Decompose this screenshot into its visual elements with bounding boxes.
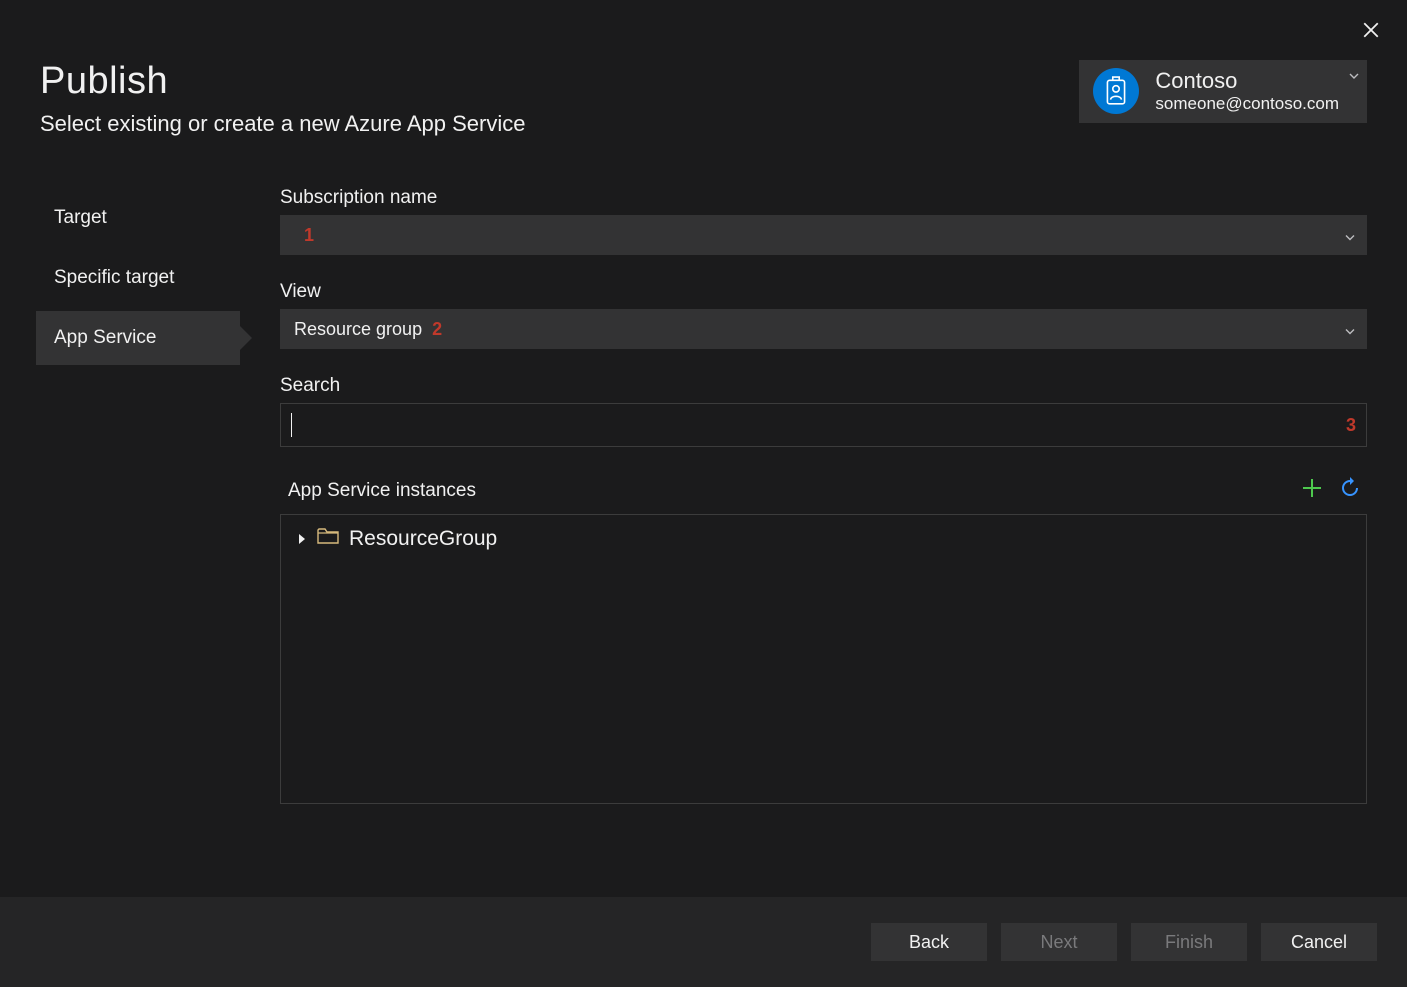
chevron-down-icon [1349,66,1359,84]
text-cursor [291,413,292,437]
dialog-footer: Back Next Finish Cancel [0,897,1407,987]
next-button[interactable]: Next [1001,923,1117,961]
subscription-dropdown[interactable]: 1 [280,215,1367,255]
search-input[interactable] [296,415,1346,436]
marker-1: 1 [304,225,314,246]
subscription-label: Subscription name [280,187,1367,209]
dialog-header: Publish Select existing or create a new … [0,0,1407,157]
tree-item-label: ResourceGroup [349,527,497,551]
instances-tree[interactable]: ResourceGroup [280,514,1367,804]
sidebar-item-target[interactable]: Target [36,191,240,245]
plus-icon [1301,477,1323,504]
step-sidebar: Target Specific target App Service [0,187,240,897]
instances-header: App Service instances [280,477,1367,504]
view-dropdown[interactable]: Resource group 2 [280,309,1367,349]
main-panel: Subscription name 1 View Resource group … [240,187,1367,897]
folder-icon [317,527,339,551]
search-label: Search [280,375,1367,397]
back-button[interactable]: Back [871,923,987,961]
expand-icon[interactable] [297,527,307,551]
account-badge-icon [1093,68,1139,114]
view-value: Resource group [294,319,422,340]
sidebar-item-app-service[interactable]: App Service [36,311,240,365]
search-box[interactable]: 3 [280,403,1367,447]
account-text: Contoso someone@contoso.com [1155,68,1339,115]
refresh-icon [1339,477,1361,504]
tree-item-resourcegroup[interactable]: ResourceGroup [293,525,1354,553]
chevron-down-icon [1345,225,1355,246]
account-name: Contoso [1155,68,1339,94]
account-email: someone@contoso.com [1155,94,1339,114]
finish-button[interactable]: Finish [1131,923,1247,961]
view-label: View [280,281,1367,303]
sidebar-item-specific-target[interactable]: Specific target [36,251,240,305]
marker-2: 2 [432,319,442,340]
publish-dialog: Publish Select existing or create a new … [0,0,1407,987]
chevron-down-icon [1345,319,1355,340]
cancel-button[interactable]: Cancel [1261,923,1377,961]
marker-3: 3 [1346,415,1356,436]
instances-label: App Service instances [280,480,476,502]
add-instance-button[interactable] [1301,477,1323,504]
dialog-body: Target Specific target App Service Subsc… [0,157,1407,897]
account-selector[interactable]: Contoso someone@contoso.com [1079,60,1367,123]
instances-actions [1301,477,1367,504]
refresh-button[interactable] [1339,477,1361,504]
